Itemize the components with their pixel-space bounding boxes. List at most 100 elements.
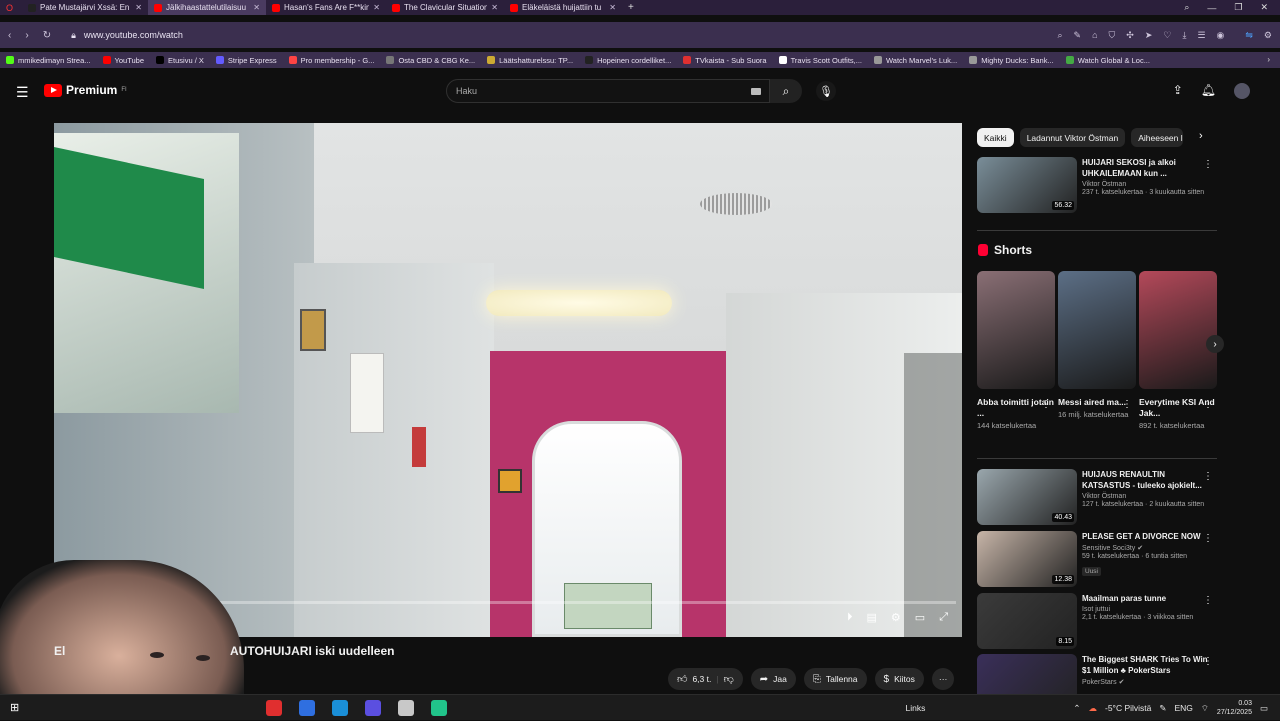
like-button[interactable]: 👍︎ 6,3 t. | 👎︎ — [668, 668, 743, 690]
pen-icon[interactable]: ✎ — [1159, 703, 1166, 714]
bookmark-item[interactable]: Watch Marvel's Luk... — [874, 56, 957, 65]
network-icon[interactable]: ⌔ — [1201, 703, 1209, 714]
filter-chip[interactable]: Aiheeseen li — [1131, 128, 1184, 147]
bookmark-item[interactable]: YouTube — [102, 56, 144, 65]
notifications-icon[interactable]: 🔔︎ — [1201, 83, 1216, 99]
language-indicator[interactable]: ENG — [1175, 703, 1193, 713]
bookmark-item[interactable]: Stripe Express — [215, 56, 277, 65]
browser-tab[interactable]: Pate Mustajärvi Xssä: En ✕ — [22, 0, 148, 15]
extension-icon[interactable]: ✣ — [1126, 30, 1134, 41]
miniplayer-icon[interactable]: ▭ — [915, 611, 925, 624]
browser-tab[interactable]: Jälkihaastattelutilaisuu ✕ — [148, 0, 266, 15]
search-input[interactable]: Haku — [446, 79, 770, 103]
short-thumbnail[interactable] — [1058, 271, 1136, 389]
tab-close-icon[interactable]: ✕ — [491, 3, 498, 12]
browser-tab[interactable]: Eläkeläistä huijattiin tu ✕ — [504, 0, 622, 15]
autoplay-toggle-icon[interactable]: ⏵ — [847, 611, 853, 624]
tab-close-icon[interactable]: ✕ — [253, 3, 260, 12]
video-card[interactable]: 8.15 Maailman paras tunne Isot juttui 2,1 t… — [977, 593, 1227, 649]
bookmark-item[interactable]: Pro membership - G... — [288, 56, 374, 65]
bookmark-item[interactable]: Läätshatturelssu: TP... — [487, 56, 573, 65]
video-card-title[interactable]: Maailman paras tunne — [1082, 593, 1210, 604]
video-thumbnail[interactable]: 40.43 — [977, 469, 1077, 525]
more-options-icon[interactable]: ⋮ — [1122, 399, 1132, 410]
more-options-icon[interactable]: ⋮ — [1203, 159, 1213, 170]
more-options-icon[interactable]: ⋮ — [1203, 656, 1213, 667]
tab-close-icon[interactable]: ✕ — [609, 3, 616, 12]
bookmark-item[interactable]: TVkaista - Sub Suora — [683, 56, 767, 65]
video-card-title[interactable]: HUIJAUS RENAULTIN KATSASTUS - tuleeko aj… — [1082, 469, 1210, 491]
menu-icon[interactable]: ☰ — [1197, 30, 1205, 41]
upload-icon[interactable]: ⇪ — [1173, 83, 1183, 99]
browser-tab[interactable]: Hasan's Fans Are F**king ✕ — [266, 0, 386, 15]
channel-name[interactable]: Isot juttui — [1082, 606, 1210, 613]
heart-icon[interactable]: ♡ — [1163, 30, 1171, 41]
tab-close-icon[interactable]: ✕ — [373, 3, 380, 12]
video-card[interactable]: 40.43 HUIJAUS RENAULTIN KATSASTUS - tulee… — [977, 469, 1227, 525]
video-card-title[interactable]: PLEASE GET A DIVORCE NOW — [1082, 531, 1210, 542]
notification-center-icon[interactable]: ▭ — [1260, 703, 1268, 714]
filter-chip[interactable]: Kaikki — [977, 128, 1014, 147]
settings-icon[interactable]: ⚙ — [1264, 30, 1272, 41]
voice-search-button[interactable]: 🎙︎ — [816, 81, 836, 101]
fullscreen-icon[interactable]: ⤢ — [939, 611, 948, 624]
send-icon[interactable]: ➤ — [1145, 30, 1153, 41]
more-options-icon[interactable]: ⋮ — [1041, 399, 1051, 410]
taskbar-app-icon[interactable] — [299, 700, 315, 716]
restore-button[interactable]: ❐ — [1234, 2, 1242, 13]
video-card[interactable]: 56.32 HUIJARI SEKOSI ja alkoi UHKAILEMAAN… — [977, 157, 1227, 213]
more-options-icon[interactable]: ⋮ — [1203, 533, 1213, 544]
sidebar-icon[interactable]: ⇋ — [1245, 30, 1253, 41]
short-card[interactable]: Everytime KSI And Jak... 892 t. katseluke… — [1139, 271, 1217, 431]
filter-chip[interactable]: Ladannut Viktor Östman — [1019, 128, 1126, 147]
thumbs-down-icon[interactable]: 👎︎ — [724, 673, 734, 685]
short-card[interactable]: Messi aired ma... 16 milj. katselukertaa ⋮ — [1058, 271, 1136, 420]
taskbar-app-icon[interactable] — [332, 700, 348, 716]
video-card-title[interactable]: The Biggest SHARK Tries To Win $1 Millio… — [1082, 654, 1210, 676]
shorts-next-button[interactable]: › — [1206, 335, 1224, 353]
opera-icon[interactable]: O — [6, 3, 13, 13]
more-options-icon[interactable]: ⋮ — [1203, 399, 1213, 410]
home-icon[interactable]: ⌂ — [1092, 30, 1097, 40]
browser-tab[interactable]: The Clavicular Situation Ju✕ — [386, 0, 504, 15]
bookmark-item[interactable]: Travis Scott Outfits,... — [778, 56, 862, 65]
url-field[interactable]: 🔒︎ www.youtube.com/watch — [71, 30, 183, 41]
channel-name[interactable]: Viktor Östman — [1082, 493, 1210, 500]
taskbar-app-icon[interactable] — [398, 700, 414, 716]
more-actions-button[interactable]: ··· — [931, 668, 955, 690]
channel-name[interactable]: PokerStars ✔ — [1082, 678, 1210, 686]
hamburger-menu-icon[interactable]: ☰ — [16, 84, 29, 101]
shield-icon[interactable]: ⛉ — [1109, 30, 1116, 41]
search-button[interactable]: ⌕ — [770, 79, 802, 103]
video-thumbnail[interactable]: 56.32 — [977, 157, 1077, 213]
bookmark-item[interactable]: Hopeinen cordelliket... — [585, 56, 671, 65]
thanks-button[interactable]: $ Kiitos — [874, 668, 924, 690]
clock[interactable]: 0.03 27/12/2025 — [1217, 699, 1252, 717]
new-tab-button[interactable]: + — [622, 2, 634, 13]
edit-icon[interactable]: ✎ — [1074, 30, 1082, 41]
video-thumbnail[interactable]: 12.38 — [977, 531, 1077, 587]
bookmark-item[interactable]: mmikedimayn Strea... — [6, 56, 91, 65]
browser-menu[interactable]: O — [0, 0, 22, 15]
taskbar-app-icon[interactable] — [365, 700, 381, 716]
video-player[interactable]: ❚❚ ⏵ ▤ ⚙ ▭ ⤢ — [54, 123, 962, 637]
bookmark-item[interactable]: Watch Global & Loc... — [1065, 56, 1150, 65]
bookmark-item[interactable]: Etusivu / X — [156, 56, 204, 65]
subtitles-icon[interactable]: ▤ — [867, 611, 877, 624]
forward-icon[interactable]: › — [25, 30, 28, 41]
minimize-button[interactable]: — — [1207, 3, 1216, 13]
links-label[interactable]: Links — [906, 703, 926, 713]
weather-text[interactable]: -5°C Pilvistä — [1105, 703, 1151, 713]
video-card[interactable]: 12.38 PLEASE GET A DIVORCE NOW Sensitive S… — [977, 531, 1227, 587]
more-options-icon[interactable]: ⋮ — [1203, 471, 1213, 482]
share-button[interactable]: ➦ Jaa — [750, 668, 796, 690]
video-card-title[interactable]: HUIJARI SEKOSI ja alkoi UHKAILEMAAN kun … — [1082, 157, 1210, 179]
channel-name[interactable]: Viktor Östman — [1082, 181, 1210, 188]
save-button[interactable]: ⎘ Tallenna — [803, 668, 867, 690]
search-tabs-icon[interactable]: ⌕ — [1184, 2, 1189, 13]
back-icon[interactable]: ‹ — [8, 30, 11, 41]
close-window-button[interactable]: ✕ — [1260, 2, 1268, 13]
keyboard-icon[interactable] — [751, 88, 761, 95]
chevron-up-icon[interactable]: ⌃ — [1073, 703, 1080, 714]
taskbar-app-icon[interactable] — [266, 700, 282, 716]
